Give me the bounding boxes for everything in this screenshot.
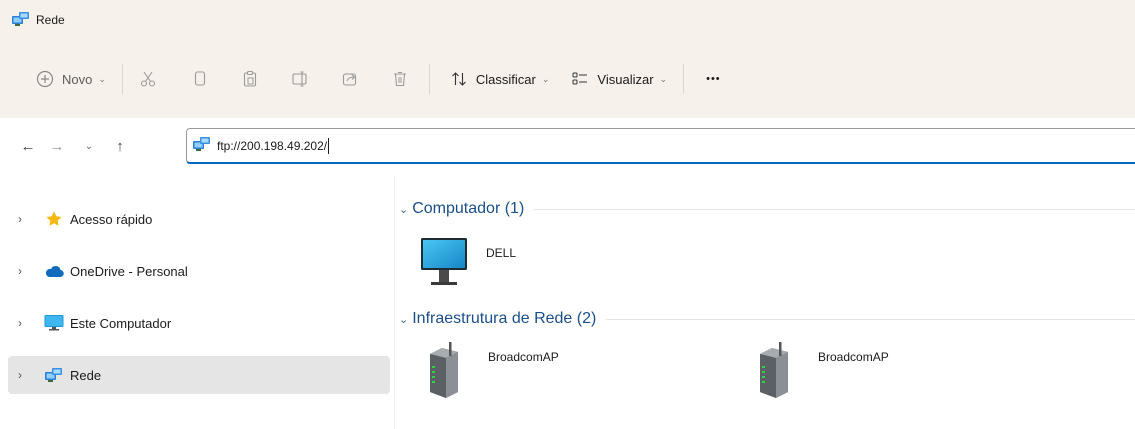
more-options-button[interactable]: ••• bbox=[706, 63, 721, 95]
router-icon bbox=[756, 340, 792, 398]
share-button[interactable] bbox=[339, 63, 361, 95]
chevron-down-icon: ⌄ bbox=[541, 73, 550, 84]
network-icon bbox=[193, 136, 211, 155]
text-caret bbox=[328, 137, 330, 154]
toolbar-separator bbox=[683, 64, 685, 94]
title-bar: Rede bbox=[0, 0, 1135, 40]
sidebar-item-this-pc[interactable]: › Este Computador bbox=[8, 304, 390, 342]
copy-button[interactable] bbox=[189, 63, 211, 95]
sidebar-item-label: Rede bbox=[70, 367, 102, 383]
group-divider bbox=[534, 208, 1135, 210]
group-header-computer[interactable]: ⌄ Computador (1) bbox=[399, 198, 1135, 220]
network-icon bbox=[44, 365, 64, 385]
plus-circle-icon bbox=[34, 68, 56, 90]
arrow-right-icon: → bbox=[49, 137, 65, 155]
arrow-up-icon: ↑ bbox=[116, 137, 124, 155]
new-button[interactable]: Novo ⌄ bbox=[34, 63, 106, 95]
item-label: DELL bbox=[486, 246, 517, 260]
chevron-down-icon: ⌄ bbox=[98, 73, 106, 84]
chevron-right-icon: › bbox=[18, 316, 22, 330]
window-title: Rede bbox=[36, 13, 65, 27]
rename-button[interactable] bbox=[289, 63, 311, 95]
up-button[interactable]: ↑ bbox=[111, 137, 129, 155]
back-button[interactable]: ← bbox=[19, 137, 37, 155]
toolbar-separator bbox=[121, 64, 123, 94]
sort-button-label: Classificar bbox=[475, 71, 536, 87]
star-icon bbox=[44, 209, 64, 229]
forward-button[interactable]: → bbox=[48, 137, 66, 155]
sort-button[interactable]: Classificar ⌄ bbox=[448, 63, 550, 95]
list-item-dell[interactable]: DELL bbox=[418, 234, 516, 290]
group-header-label: Computador (1) bbox=[412, 200, 525, 217]
arrow-left-icon: ← bbox=[20, 137, 36, 155]
navigation-pane: › Acesso rápido › OneDrive - Personal › … bbox=[0, 188, 395, 429]
sidebar-item-quick-access[interactable]: › Acesso rápido bbox=[8, 200, 390, 238]
group-header-label: Infraestrutura de Rede (2) bbox=[412, 310, 597, 327]
list-item-broadcomap-2[interactable]: BroadcomAP bbox=[756, 340, 889, 398]
recent-locations-button[interactable]: ⌄ bbox=[80, 137, 98, 155]
new-button-label: Novo bbox=[62, 71, 93, 87]
router-icon bbox=[426, 340, 462, 398]
scissors-icon bbox=[137, 68, 159, 90]
chevron-right-icon: › bbox=[18, 368, 22, 382]
clipboard-icon bbox=[239, 68, 261, 90]
sidebar-item-onedrive[interactable]: › OneDrive - Personal bbox=[8, 252, 390, 290]
sidebar-item-network[interactable]: › Rede bbox=[8, 356, 390, 394]
sort-arrows-icon bbox=[448, 68, 470, 90]
monitor-icon bbox=[44, 313, 64, 333]
sidebar-item-label: OneDrive - Personal bbox=[70, 263, 188, 279]
chevron-right-icon: › bbox=[18, 264, 22, 278]
view-list-icon bbox=[569, 68, 591, 90]
address-input[interactable]: ftp://200.198.49.202/ bbox=[217, 139, 327, 153]
chevron-right-icon: › bbox=[18, 212, 22, 226]
trash-icon bbox=[389, 68, 411, 90]
chevron-down-icon: ⌄ bbox=[399, 203, 409, 216]
chevron-down-icon: ⌄ bbox=[84, 140, 94, 152]
list-item-broadcomap-1[interactable]: BroadcomAP bbox=[426, 340, 559, 398]
view-button-label: Visualizar bbox=[597, 71, 654, 87]
view-button[interactable]: Visualizar ⌄ bbox=[569, 63, 667, 95]
rename-icon bbox=[289, 68, 311, 90]
share-icon bbox=[339, 68, 361, 90]
cut-button[interactable] bbox=[137, 63, 159, 95]
item-label: BroadcomAP bbox=[818, 350, 889, 364]
computer-icon bbox=[418, 234, 470, 290]
network-icon bbox=[12, 11, 30, 30]
paste-button[interactable] bbox=[239, 63, 261, 95]
sidebar-item-label: Acesso rápido bbox=[70, 211, 153, 227]
chevron-down-icon: ⌄ bbox=[659, 73, 668, 84]
command-bar: Novo ⌄ Classificar ⌄ Visualizar ⌄ ••• bbox=[0, 58, 1135, 100]
cloud-icon bbox=[44, 261, 64, 281]
group-header-network-infrastructure[interactable]: ⌄ Infraestrutura de Rede (2) bbox=[399, 308, 1135, 330]
chevron-down-icon: ⌄ bbox=[399, 313, 409, 326]
sidebar-item-label: Este Computador bbox=[70, 315, 172, 331]
delete-button[interactable] bbox=[389, 63, 411, 95]
address-bar[interactable]: ftp://200.198.49.202/ bbox=[186, 128, 1135, 164]
toolbar-separator bbox=[428, 64, 430, 94]
item-label: BroadcomAP bbox=[488, 350, 559, 364]
group-divider bbox=[606, 318, 1135, 320]
copy-icon bbox=[189, 68, 211, 90]
more-icon: ••• bbox=[706, 73, 721, 85]
